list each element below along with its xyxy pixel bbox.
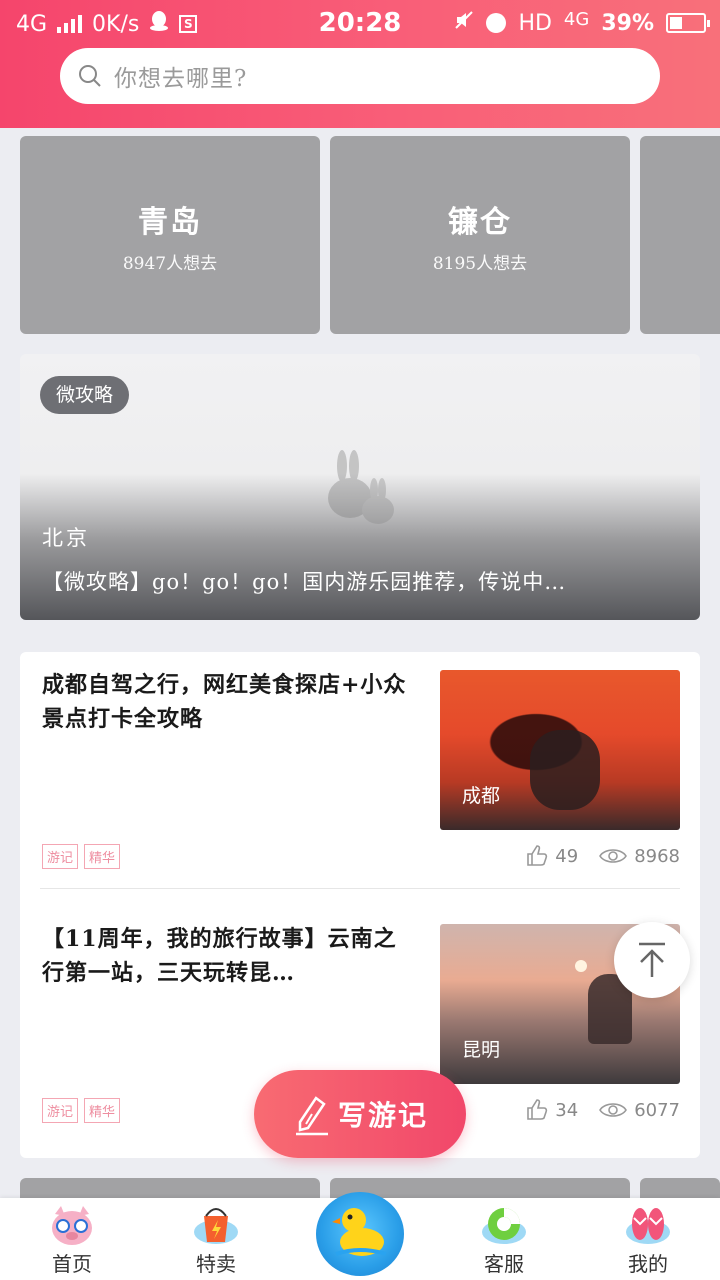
thumb-up-icon	[527, 845, 548, 866]
alarm-icon	[486, 13, 507, 33]
back-to-top-button[interactable]	[614, 922, 690, 998]
battery-percent: 39%	[601, 10, 654, 36]
micro-guide-banner[interactable]: 微攻略 北京 【微攻略】go！go！go！国内游乐园推荐，传说中…	[20, 354, 700, 620]
tab-center-duck[interactable]	[288, 1192, 432, 1280]
tab-home[interactable]: 首页	[0, 1198, 144, 1280]
like-count: 34	[555, 1099, 579, 1121]
mute-icon	[454, 10, 474, 36]
duck-icon	[332, 1208, 387, 1256]
tab-mine[interactable]: 我的	[576, 1198, 720, 1280]
header: 4G 0K/s S 20:28 HD 4G 39% 你想去哪里?	[0, 0, 720, 128]
status-right: HD 4G 39%	[454, 8, 710, 36]
guide-tag: 微攻略	[40, 376, 130, 414]
pig-icon	[47, 1202, 97, 1248]
thumbnail-location: 昆明	[462, 1039, 501, 1061]
destination-city: 镰仓	[448, 204, 512, 240]
thumbnail-location: 成都	[462, 785, 501, 807]
thumbnail-figure	[530, 730, 600, 810]
thumbnail-sun	[575, 960, 587, 972]
guide-title: 【微攻略】go！go！go！国内游乐园推荐，传说中…	[42, 570, 567, 594]
destination-card-qingdao[interactable]: 青岛 8947人想去	[20, 136, 320, 334]
arrow-up-icon	[639, 942, 665, 977]
search-icon	[79, 65, 101, 87]
list-item[interactable]: 成都自驾之行，网红美食探店+小众景点打卡全攻略 成都 游记 精华 49 8968	[20, 652, 700, 906]
like-count: 49	[555, 845, 579, 867]
status-bar: 4G 0K/s S 20:28 HD 4G 39%	[0, 0, 720, 46]
divider	[40, 888, 680, 889]
view-count: 8968	[634, 845, 680, 867]
battery-icon	[666, 13, 710, 33]
life-ring-icon	[479, 1202, 529, 1248]
battery-level	[670, 17, 682, 29]
bottom-tab-bar: 首页 特卖 客服 我的	[0, 1192, 720, 1280]
travelogue-title: 【11周年，我的旅行故事】云南之行第一站，三天玩转昆…	[42, 926, 397, 986]
hd-label: HD	[518, 10, 552, 36]
view-count: 6077	[634, 1099, 680, 1121]
tag-youji: 游记	[42, 844, 79, 869]
write-button-label: 写游记	[337, 1099, 428, 1132]
destination-carousel[interactable]: 青岛 8947人想去 镰仓 8195人想去	[20, 136, 720, 334]
tab-label: 特卖	[196, 1252, 236, 1276]
search-bar[interactable]: 你想去哪里?	[60, 48, 660, 104]
search-placeholder: 你想去哪里?	[114, 66, 248, 92]
rabbit-placeholder-icon	[328, 450, 394, 524]
guide-location: 北京	[42, 526, 90, 550]
flip-flops-icon	[623, 1202, 673, 1248]
pen-icon	[295, 1096, 328, 1136]
write-travelogue-button[interactable]: 写游记	[254, 1070, 466, 1158]
tag-jinghua: 精华	[84, 844, 121, 869]
destination-count: 8195人想去	[432, 253, 528, 274]
item-stats: 34 6077	[525, 1098, 680, 1122]
thumb-up-icon	[527, 1099, 548, 1120]
tag-jinghua: 精华	[84, 1098, 121, 1123]
tab-service[interactable]: 客服	[432, 1198, 576, 1280]
destination-city: 青岛	[138, 204, 202, 240]
tag-list: 游记 精华	[42, 1098, 121, 1123]
tab-label: 首页	[52, 1252, 92, 1276]
tag-list: 游记 精华	[42, 844, 121, 869]
tab-sale[interactable]: 特卖	[144, 1198, 288, 1280]
item-stats: 49 8968	[525, 844, 680, 868]
eye-icon	[599, 1103, 628, 1117]
tab-label: 我的	[628, 1252, 668, 1276]
bucket-icon	[191, 1202, 241, 1248]
destination-count: 8947人想去	[122, 253, 218, 274]
travelogue-title: 成都自驾之行，网红美食探店+小众景点打卡全攻略	[42, 672, 407, 732]
eye-icon	[599, 849, 628, 863]
destination-card-kamakura[interactable]: 镰仓 8195人想去	[330, 136, 630, 334]
tag-youji: 游记	[42, 1098, 79, 1123]
network-right: 4G	[563, 8, 590, 30]
tab-label: 客服	[484, 1252, 524, 1276]
destination-card-partial[interactable]	[640, 136, 720, 334]
travelogue-thumbnail: 成都	[440, 670, 680, 830]
